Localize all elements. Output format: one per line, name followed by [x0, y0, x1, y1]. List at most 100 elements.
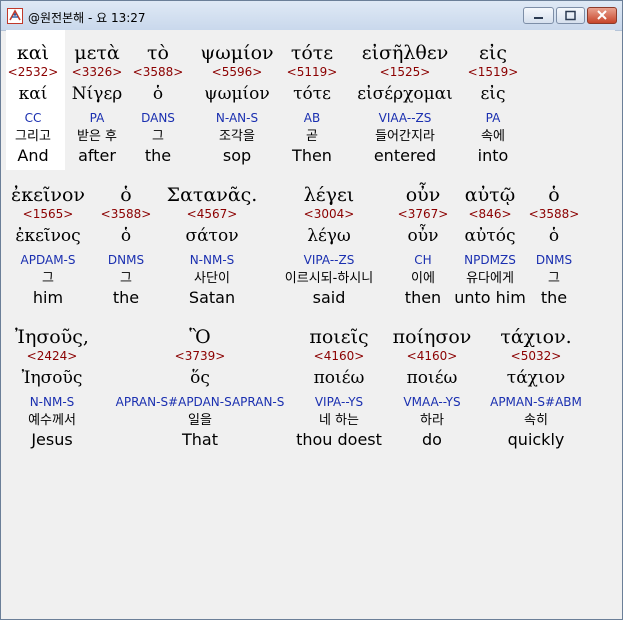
word-morph: CC: [24, 111, 42, 125]
word-strong[interactable]: <1525>: [380, 66, 431, 78]
word-korean: 받은 후: [76, 129, 118, 144]
word-strong[interactable]: <3739>: [175, 350, 226, 362]
word-lemma: τότε: [293, 84, 331, 104]
word-greek: τάχιον.: [500, 326, 572, 348]
word-strong[interactable]: <3326>: [72, 66, 123, 78]
word-strong[interactable]: <3588>: [529, 208, 580, 220]
word-morph: VIPA--ZS: [303, 253, 355, 267]
close-button[interactable]: [587, 7, 617, 24]
word-english: do: [422, 430, 442, 449]
word-morph: N-NM-S: [189, 253, 235, 267]
word-lemma: ὁ: [120, 226, 132, 246]
word-greek: εἰς: [479, 42, 507, 64]
word-greek: οὖν: [405, 184, 441, 206]
word-english: Jesus: [31, 430, 73, 449]
word-strong[interactable]: <1565>: [23, 208, 74, 220]
word-lemma: ποιέω: [406, 368, 458, 388]
word-greek: ὁ: [548, 184, 560, 206]
word-morph: APRAN-S#APDAN-SAPRAN-S: [115, 395, 285, 409]
word-strong[interactable]: <4567>: [187, 208, 238, 220]
word-morph: VIPA--YS: [314, 395, 364, 409]
word-korean: 속히: [524, 413, 548, 428]
word-lemma: λέγω: [307, 226, 351, 246]
word-greek: εἰσῆλθεν: [361, 42, 449, 64]
word-english: after: [78, 146, 116, 165]
word-english: into: [477, 146, 509, 165]
word-morph: VIAA--ZS: [378, 111, 432, 125]
word-english: the: [144, 146, 172, 165]
word-english: entered: [373, 146, 437, 165]
title-bar[interactable]: @원전본해 - 요 13:27: [1, 1, 622, 31]
word-english: unto him: [454, 288, 526, 307]
word-greek: Σατανᾶς.: [166, 184, 258, 206]
minimize-button[interactable]: [523, 7, 554, 24]
word-korean: 그: [152, 129, 164, 144]
word-korean: 사단이: [194, 271, 230, 286]
word-english: him: [32, 288, 64, 307]
word-greek: αὐτῷ: [464, 184, 516, 206]
word-english: That: [182, 430, 218, 449]
word-strong[interactable]: <1519>: [468, 66, 519, 78]
word-greek: ὁ: [120, 184, 132, 206]
word-lemma: Νίγερ: [71, 84, 123, 104]
word-lemma: εἰς: [480, 84, 506, 104]
word-strong[interactable]: <3588>: [133, 66, 184, 78]
word-korean: 들어간지라: [375, 129, 435, 144]
word-korean: 네 하는: [318, 413, 360, 428]
word-strong[interactable]: <4160>: [314, 350, 365, 362]
maximize-button[interactable]: [556, 7, 585, 24]
word-greek: καὶ: [16, 42, 50, 64]
word-english: Then: [292, 146, 332, 165]
word-korean: 그: [548, 271, 560, 286]
word-morph: APDAM-S: [20, 253, 76, 267]
word-lemma: ὁ: [152, 84, 164, 104]
window-title: @원전본해 - 요 13:27: [28, 11, 146, 25]
word-greek: Ἰησοῦς,: [15, 326, 89, 348]
word-greek: μετὰ: [74, 42, 120, 64]
word-english: quickly: [507, 430, 565, 449]
word-greek: ψωμίον: [200, 42, 274, 64]
word-strong[interactable]: <3767>: [398, 208, 449, 220]
word-english: And: [17, 146, 49, 165]
word-greek: Ὃ: [189, 326, 211, 348]
word-korean: 하라: [420, 413, 444, 428]
word-strong[interactable]: <5032>: [511, 350, 562, 362]
word-morph: AB: [303, 111, 321, 125]
word-korean: 조각을: [219, 129, 255, 144]
word-morph: PA: [485, 111, 501, 125]
word-lemma: ψωμίον: [204, 84, 270, 104]
maximize-icon: [565, 10, 576, 21]
word-korean: 이에: [411, 271, 435, 286]
word-korean: 그: [120, 271, 132, 286]
word-lemma: ἐκεῖνος: [15, 226, 81, 246]
word-korean: 예수께서: [28, 413, 76, 428]
word-morph: CH: [414, 253, 432, 267]
word-lemma: Ἰησοῦς: [21, 368, 83, 388]
word-strong[interactable]: <846>: [468, 208, 511, 220]
word-korean: 그리고: [15, 129, 51, 144]
word-strong[interactable]: <2532>: [8, 66, 59, 78]
word-strong[interactable]: <2424>: [27, 350, 78, 362]
word-strong[interactable]: <3588>: [101, 208, 152, 220]
word-korean: 그: [42, 271, 54, 286]
word-english: sop: [222, 146, 252, 165]
word-english: said: [312, 288, 346, 307]
word-morph: DANS: [141, 111, 175, 125]
word-lemma: εἰσέρχομαι: [357, 84, 453, 104]
word-strong[interactable]: <4160>: [407, 350, 458, 362]
word-lemma: ὁ: [548, 226, 560, 246]
word-korean: 속에: [481, 129, 505, 144]
word-morph: DNMS: [107, 253, 145, 267]
word-morph: NPDMZS: [464, 253, 516, 267]
word-strong[interactable]: <5596>: [212, 66, 263, 78]
word-strong[interactable]: <3004>: [304, 208, 355, 220]
word-lemma: αὐτός: [464, 226, 516, 246]
word-korean: 일을: [188, 413, 212, 428]
word-strong[interactable]: <5119>: [287, 66, 338, 78]
word-morph: N-NM-S: [29, 395, 75, 409]
word-morph: APMAN-S#ABM: [490, 395, 582, 409]
word-morph: DNMS: [535, 253, 573, 267]
word-greek: ἐκεῖνον: [11, 184, 85, 206]
word-greek: ποίησον: [392, 326, 472, 348]
word-morph: N-AN-S: [215, 111, 259, 125]
